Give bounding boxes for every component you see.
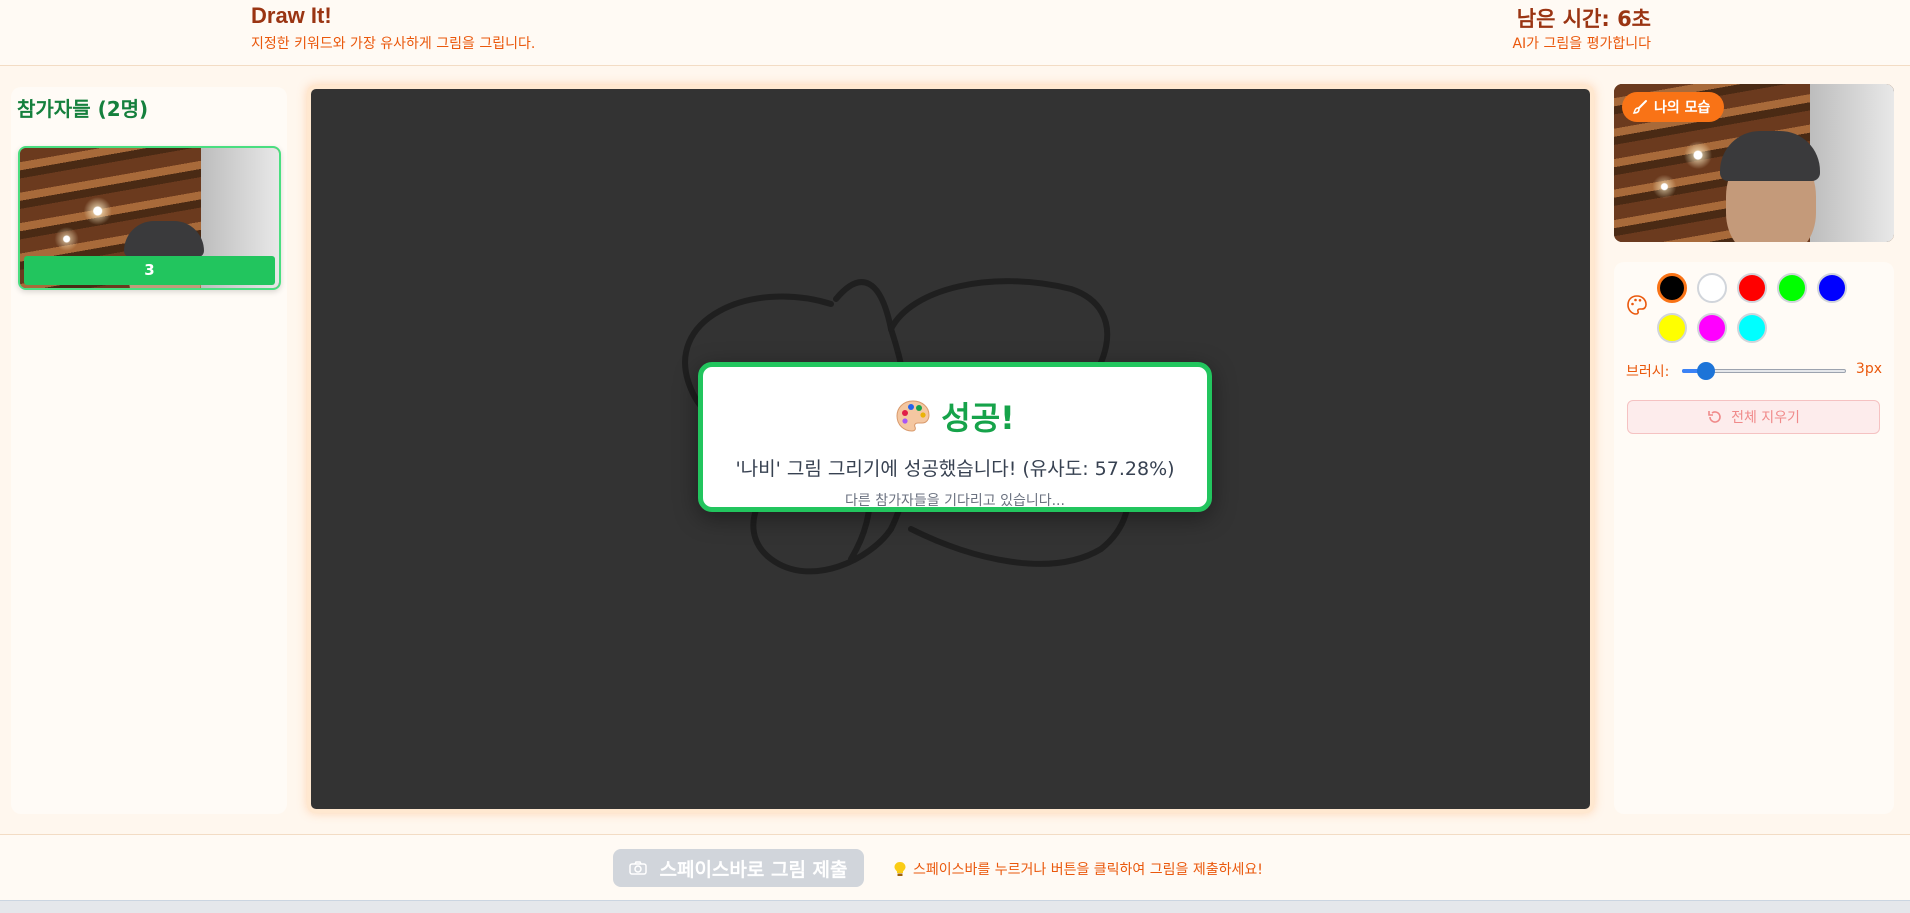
slider-thumb[interactable] [1697, 362, 1716, 380]
color-swatch[interactable] [1657, 313, 1687, 343]
clear-all-label: 전체 지우기 [1731, 410, 1800, 426]
color-swatch[interactable] [1657, 273, 1687, 303]
brush-icon [1632, 100, 1647, 114]
brush-size-value: 3px [1855, 361, 1882, 377]
color-swatch[interactable] [1697, 273, 1727, 303]
color-swatch[interactable] [1737, 313, 1767, 343]
app-subtitle: 지정한 키워드와 가장 유사하게 그림을 그립니다. [251, 36, 536, 52]
timer-subtitle: AI가 그림을 평가합니다 [1512, 36, 1651, 52]
color-swatch[interactable] [1697, 313, 1727, 343]
self-badge-label: 나의 모습 [1654, 100, 1711, 116]
participant-score: 3 [24, 256, 275, 285]
reset-icon [1708, 411, 1721, 423]
color-swatch[interactable] [1777, 273, 1807, 303]
color-swatch[interactable] [1737, 273, 1767, 303]
participants-title: 참가자들 (2명) [17, 97, 149, 121]
color-swatch[interactable] [1817, 273, 1847, 303]
success-modal: 성공! '나비' 그림 그리기에 성공했습니다! (유사도: 57.28%) 다… [698, 362, 1212, 512]
submit-hint-text: 스페이스바를 누르거나 버튼을 클릭하여 그림을 제출하세요! [913, 862, 1263, 878]
tools-panel: 브러시: 3px 전체 지우기 [1614, 262, 1894, 814]
clear-all-button[interactable]: 전체 지우기 [1627, 400, 1880, 434]
self-badge: 나의 모습 [1622, 92, 1725, 122]
canvas-container: 성공! '나비' 그림 그리기에 성공했습니다! (유사도: 57.28%) 다… [307, 85, 1594, 813]
modal-title: 성공! [941, 399, 1015, 437]
drawing-canvas[interactable]: 성공! '나비' 그림 그리기에 성공했습니다! (유사도: 57.28%) 다… [311, 89, 1590, 809]
modal-wait-text: 다른 참가자들을 기다리고 있습니다... [845, 493, 1065, 509]
timer: 남은 시간: 6초 [1516, 7, 1651, 31]
palette-emoji-icon [896, 400, 930, 432]
header: Draw It! 지정한 키워드와 가장 유사하게 그림을 그립니다. 남은 시… [0, 0, 1910, 66]
bottom-bar: 스페이스바로 그림 제출 스페이스바를 누르거나 버튼을 클릭하여 그림을 제출… [0, 834, 1910, 900]
modal-message: '나비' 그림 그리기에 성공했습니다! (유사도: 57.28%) [735, 458, 1175, 480]
participant-card: 3 [18, 146, 281, 290]
brush-size-slider[interactable] [1682, 362, 1846, 380]
camera-icon [629, 861, 648, 875]
self-video: 나의 모습 [1614, 84, 1894, 242]
os-taskbar [0, 900, 1910, 913]
submit-hint: 스페이스바를 누르거나 버튼을 클릭하여 그림을 제출하세요! [893, 859, 1263, 879]
lightbulb-icon [894, 862, 906, 876]
brush-label: 브러시: [1626, 364, 1670, 380]
participants-panel: 참가자들 (2명) 3 [11, 87, 287, 814]
app-title: Draw It! [251, 3, 332, 28]
submit-drawing-button[interactable]: 스페이스바로 그림 제출 [613, 849, 864, 887]
palette-icon [1627, 295, 1647, 315]
submit-label: 스페이스바로 그림 제출 [659, 858, 848, 881]
